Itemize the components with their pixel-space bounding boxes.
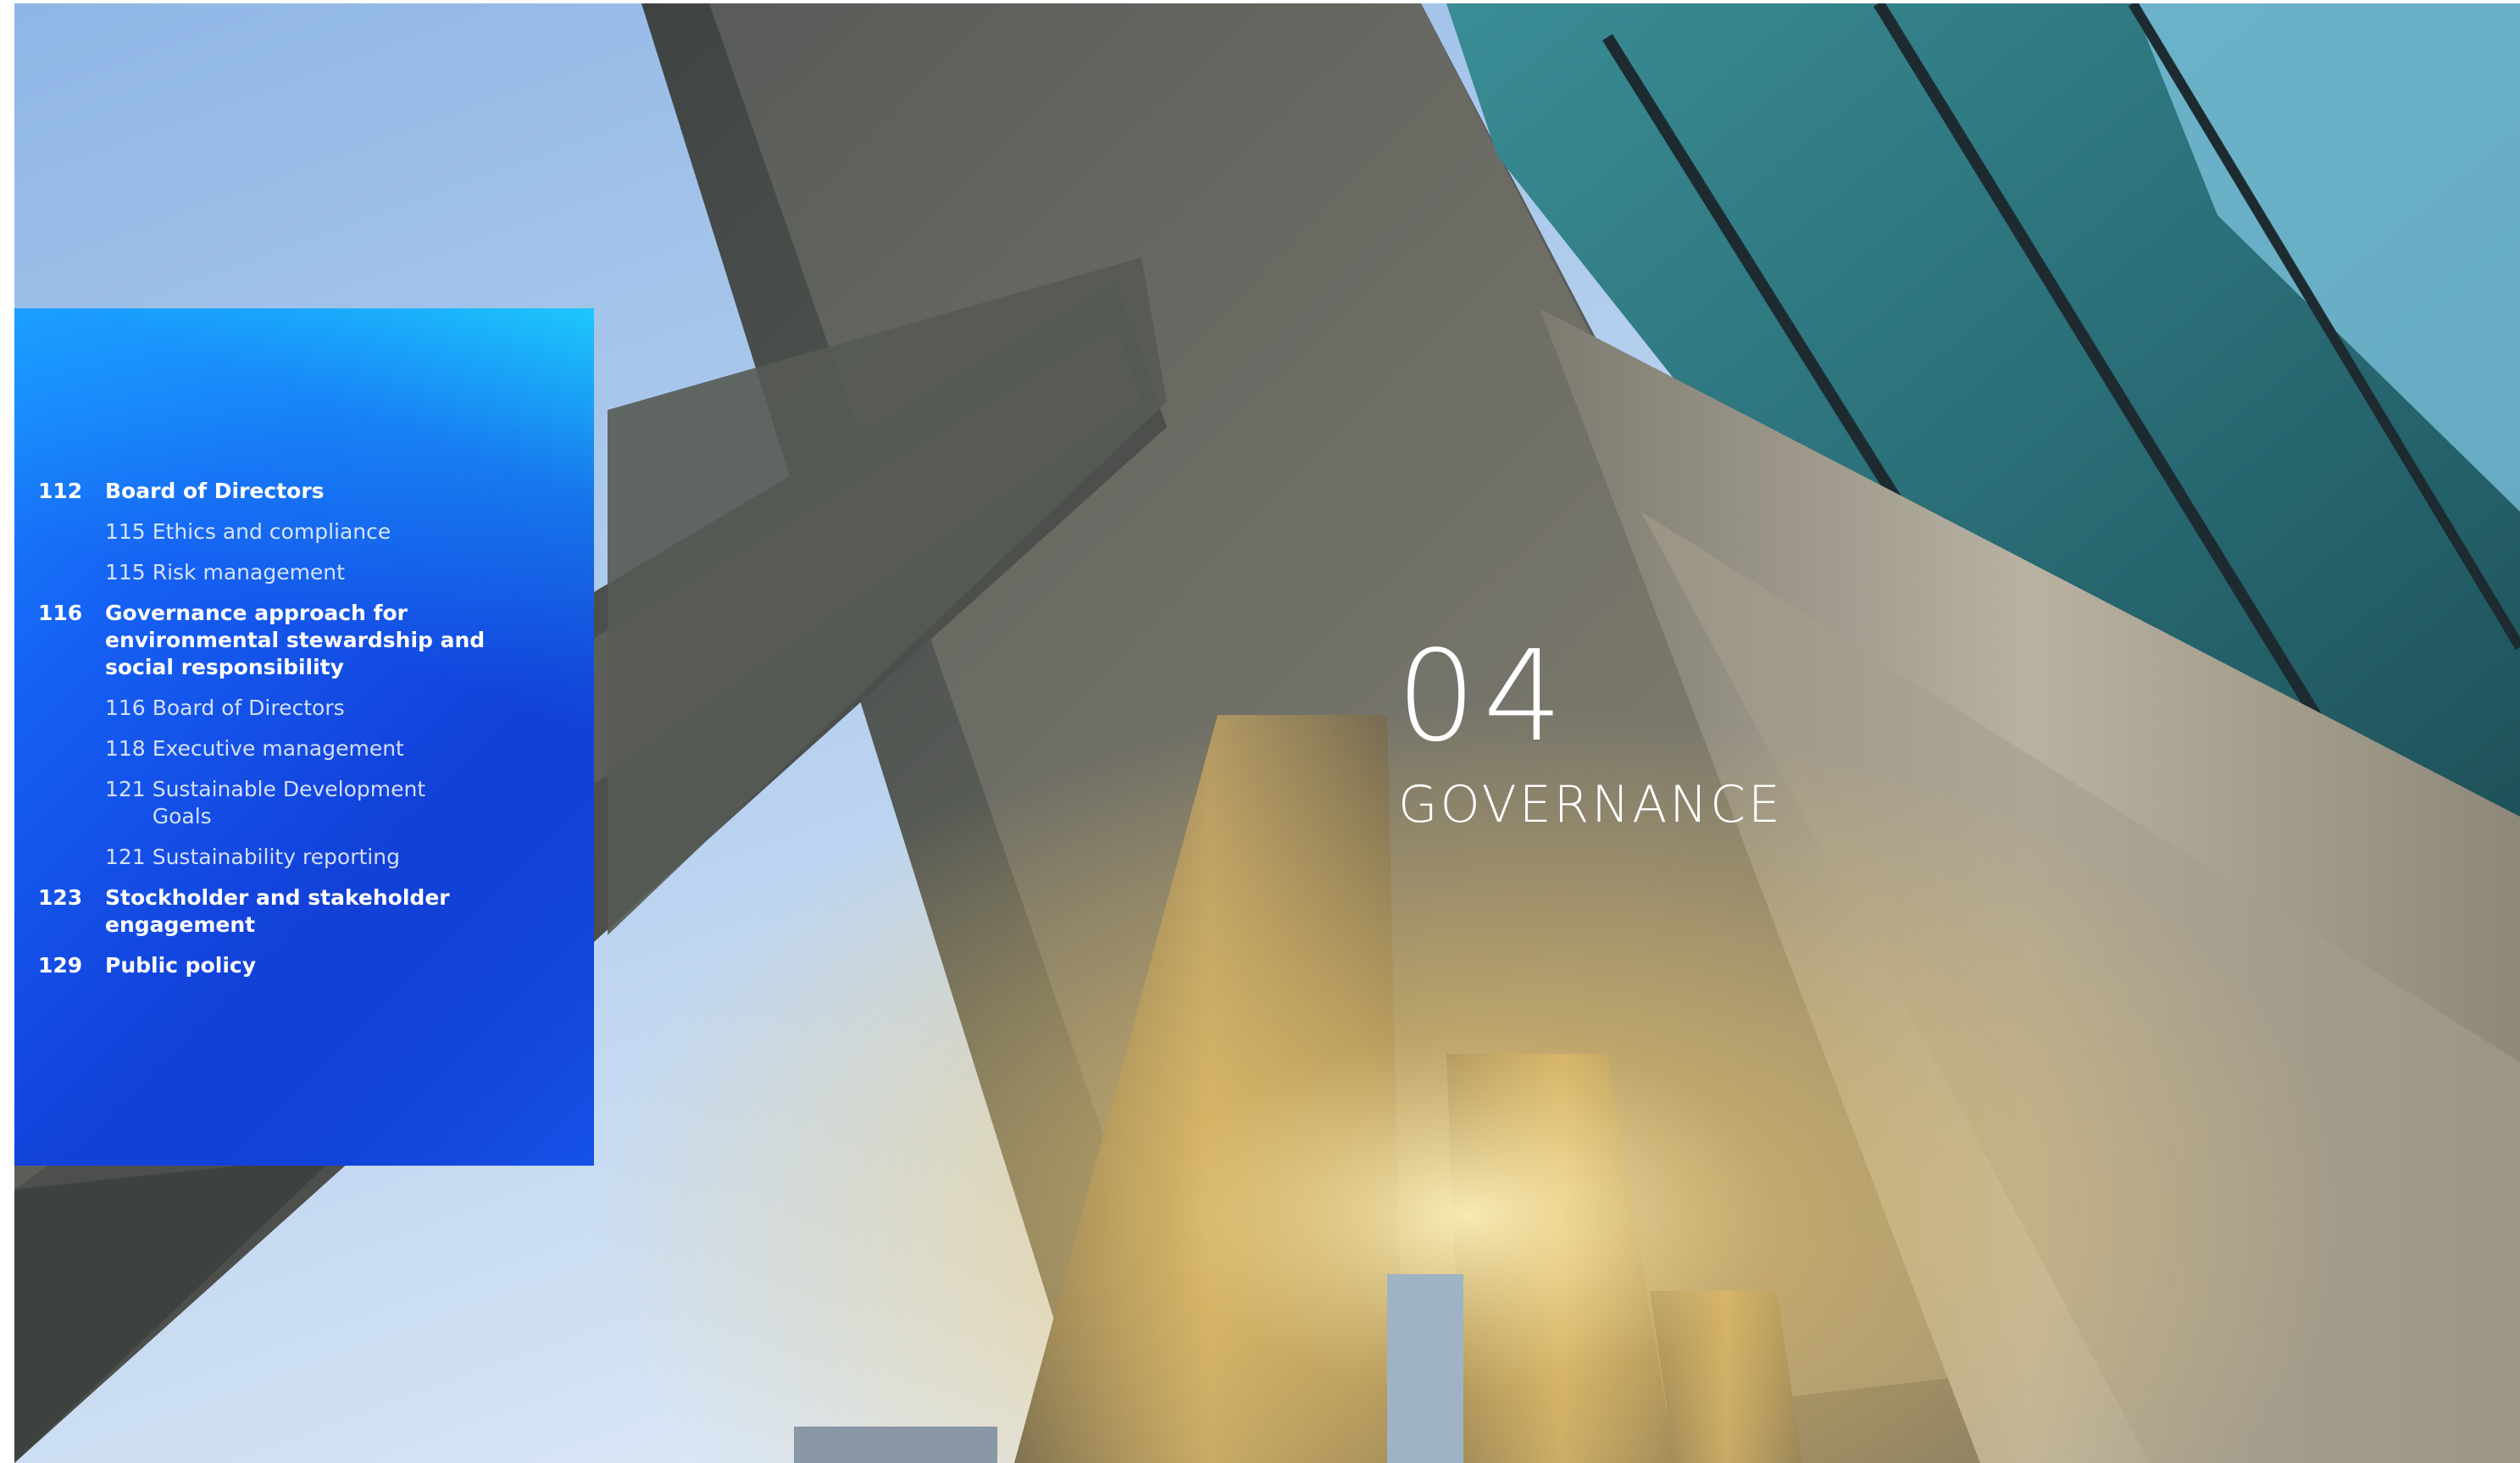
toc-page-number: 116 [105,695,146,720]
chapter-number: 04 [1396,623,1570,769]
toc-page-number: 121 [105,777,146,801]
toc-page-number: 115 [105,560,146,585]
document-page: 112 Board of Directors 115 Ethics and compl… [0,0,2520,1463]
toc-page-number: 129 [38,953,83,978]
toc-entry-title: Board of Directors [105,479,325,503]
toc-entry-title: Board of Directors [152,695,345,720]
toc-entry-title: Risk management [152,560,345,585]
toc-entry-title: Ethics and compliance [152,519,391,544]
chapter-title: GOVERNANCE [1398,775,1783,834]
toc-page-number: 121 [105,845,146,869]
toc-page-number: 115 [105,519,146,544]
table-of-contents-panel: 112 Board of Directors 115 Ethics and compl… [14,308,594,1166]
toc-entry-title: Governance approach for environmental st… [105,601,486,679]
table-of-contents: 112 Board of Directors 115 Ethics and compl… [38,478,580,993]
toc-entry-title: Sustainable Development Goals [152,777,426,828]
toc-entry[interactable]: 116 Governance approach for environmental… [38,600,580,681]
toc-page-number: 118 [105,736,146,761]
toc-subentry[interactable]: 116 Board of Directors [105,695,580,722]
toc-entry-title: Executive management [152,736,404,761]
toc-subentry[interactable]: 121 Sustainability reporting [105,844,580,871]
toc-page-number: 123 [38,885,83,910]
toc-entry[interactable]: 129 Public policy [38,952,580,979]
toc-entry-title: Sustainability reporting [152,845,400,869]
toc-subentry[interactable]: 121 Sustainable Development Goals [105,776,580,830]
toc-entry[interactable]: 123 Stockholder and stakeholder engagemen… [38,884,580,939]
toc-subentry[interactable]: 115 Risk management [105,559,580,586]
toc-subentry[interactable]: 118 Executive management [105,735,580,762]
toc-entry-title: Public policy [105,953,257,978]
toc-page-number: 112 [38,479,83,503]
toc-entry-title: Stockholder and stakeholder engagement [105,885,450,937]
toc-entry[interactable]: 112 Board of Directors [38,478,580,505]
toc-subentry[interactable]: 115 Ethics and compliance [105,518,580,546]
toc-page-number: 116 [38,601,83,625]
